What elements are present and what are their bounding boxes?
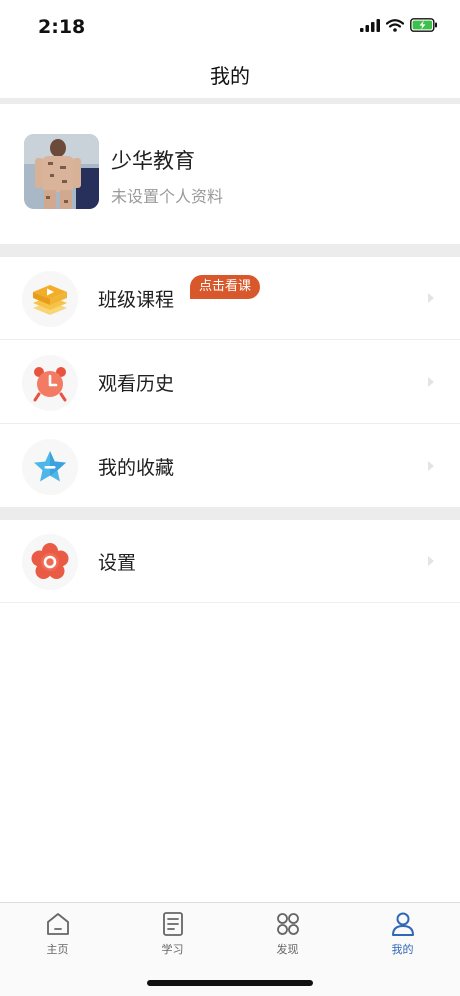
chevron-right-icon	[428, 377, 434, 387]
video-course-icon	[22, 271, 78, 327]
profile-subtitle: 未设置个人资料	[111, 187, 224, 206]
profile-name: 少华教育	[111, 149, 195, 173]
tab-discover[interactable]: 发现	[230, 911, 345, 961]
tab-mine[interactable]: 我的	[345, 911, 460, 961]
person-icon	[391, 912, 414, 936]
menu-item-my-favorites[interactable]: 我的收藏	[0, 425, 460, 508]
battery-charging-icon	[410, 18, 437, 32]
tab-label: 主页	[46, 943, 69, 956]
tab-label: 学习	[161, 943, 184, 956]
menu-item-label: 我的收藏	[98, 457, 175, 479]
nav-bar: 我的	[0, 50, 460, 98]
tab-study[interactable]: 学习	[115, 911, 230, 961]
tab-home[interactable]: 主页	[0, 911, 115, 961]
menu-item-label: 班级课程	[98, 289, 175, 311]
chevron-right-icon	[428, 293, 434, 303]
divider	[0, 244, 460, 257]
menu-item-class-courses[interactable]: 班级课程 点击看课	[0, 257, 460, 340]
chevron-right-icon	[428, 556, 434, 566]
tab-label: 发现	[276, 943, 299, 956]
divider	[0, 507, 460, 520]
watch-class-badge[interactable]: 点击看课	[190, 275, 261, 299]
signal-icon	[360, 18, 380, 32]
menu-item-watch-history[interactable]: 观看历史	[0, 341, 460, 424]
tab-label: 我的	[391, 943, 414, 956]
menu-item-label: 设置	[98, 552, 137, 574]
star-icon	[22, 439, 78, 495]
menu-item-label: 观看历史	[98, 373, 175, 395]
page-title: 我的	[210, 63, 250, 88]
home-icon	[46, 913, 69, 935]
wifi-icon	[386, 18, 404, 32]
alarm-clock-icon	[22, 355, 78, 411]
status-bar: 2:18	[0, 0, 460, 50]
chevron-right-icon	[428, 461, 434, 471]
avatar[interactable]	[24, 134, 99, 209]
discover-grid-icon	[276, 913, 299, 935]
status-icons	[360, 18, 438, 32]
settings-flower-icon	[22, 534, 78, 590]
status-time: 2:18	[38, 16, 86, 38]
avatar-image	[24, 134, 99, 209]
profile-card[interactable]: 少华教育 未设置个人资料	[0, 104, 460, 244]
document-icon	[162, 912, 183, 936]
home-indicator	[147, 980, 313, 986]
menu-item-settings[interactable]: 设置	[0, 520, 460, 603]
